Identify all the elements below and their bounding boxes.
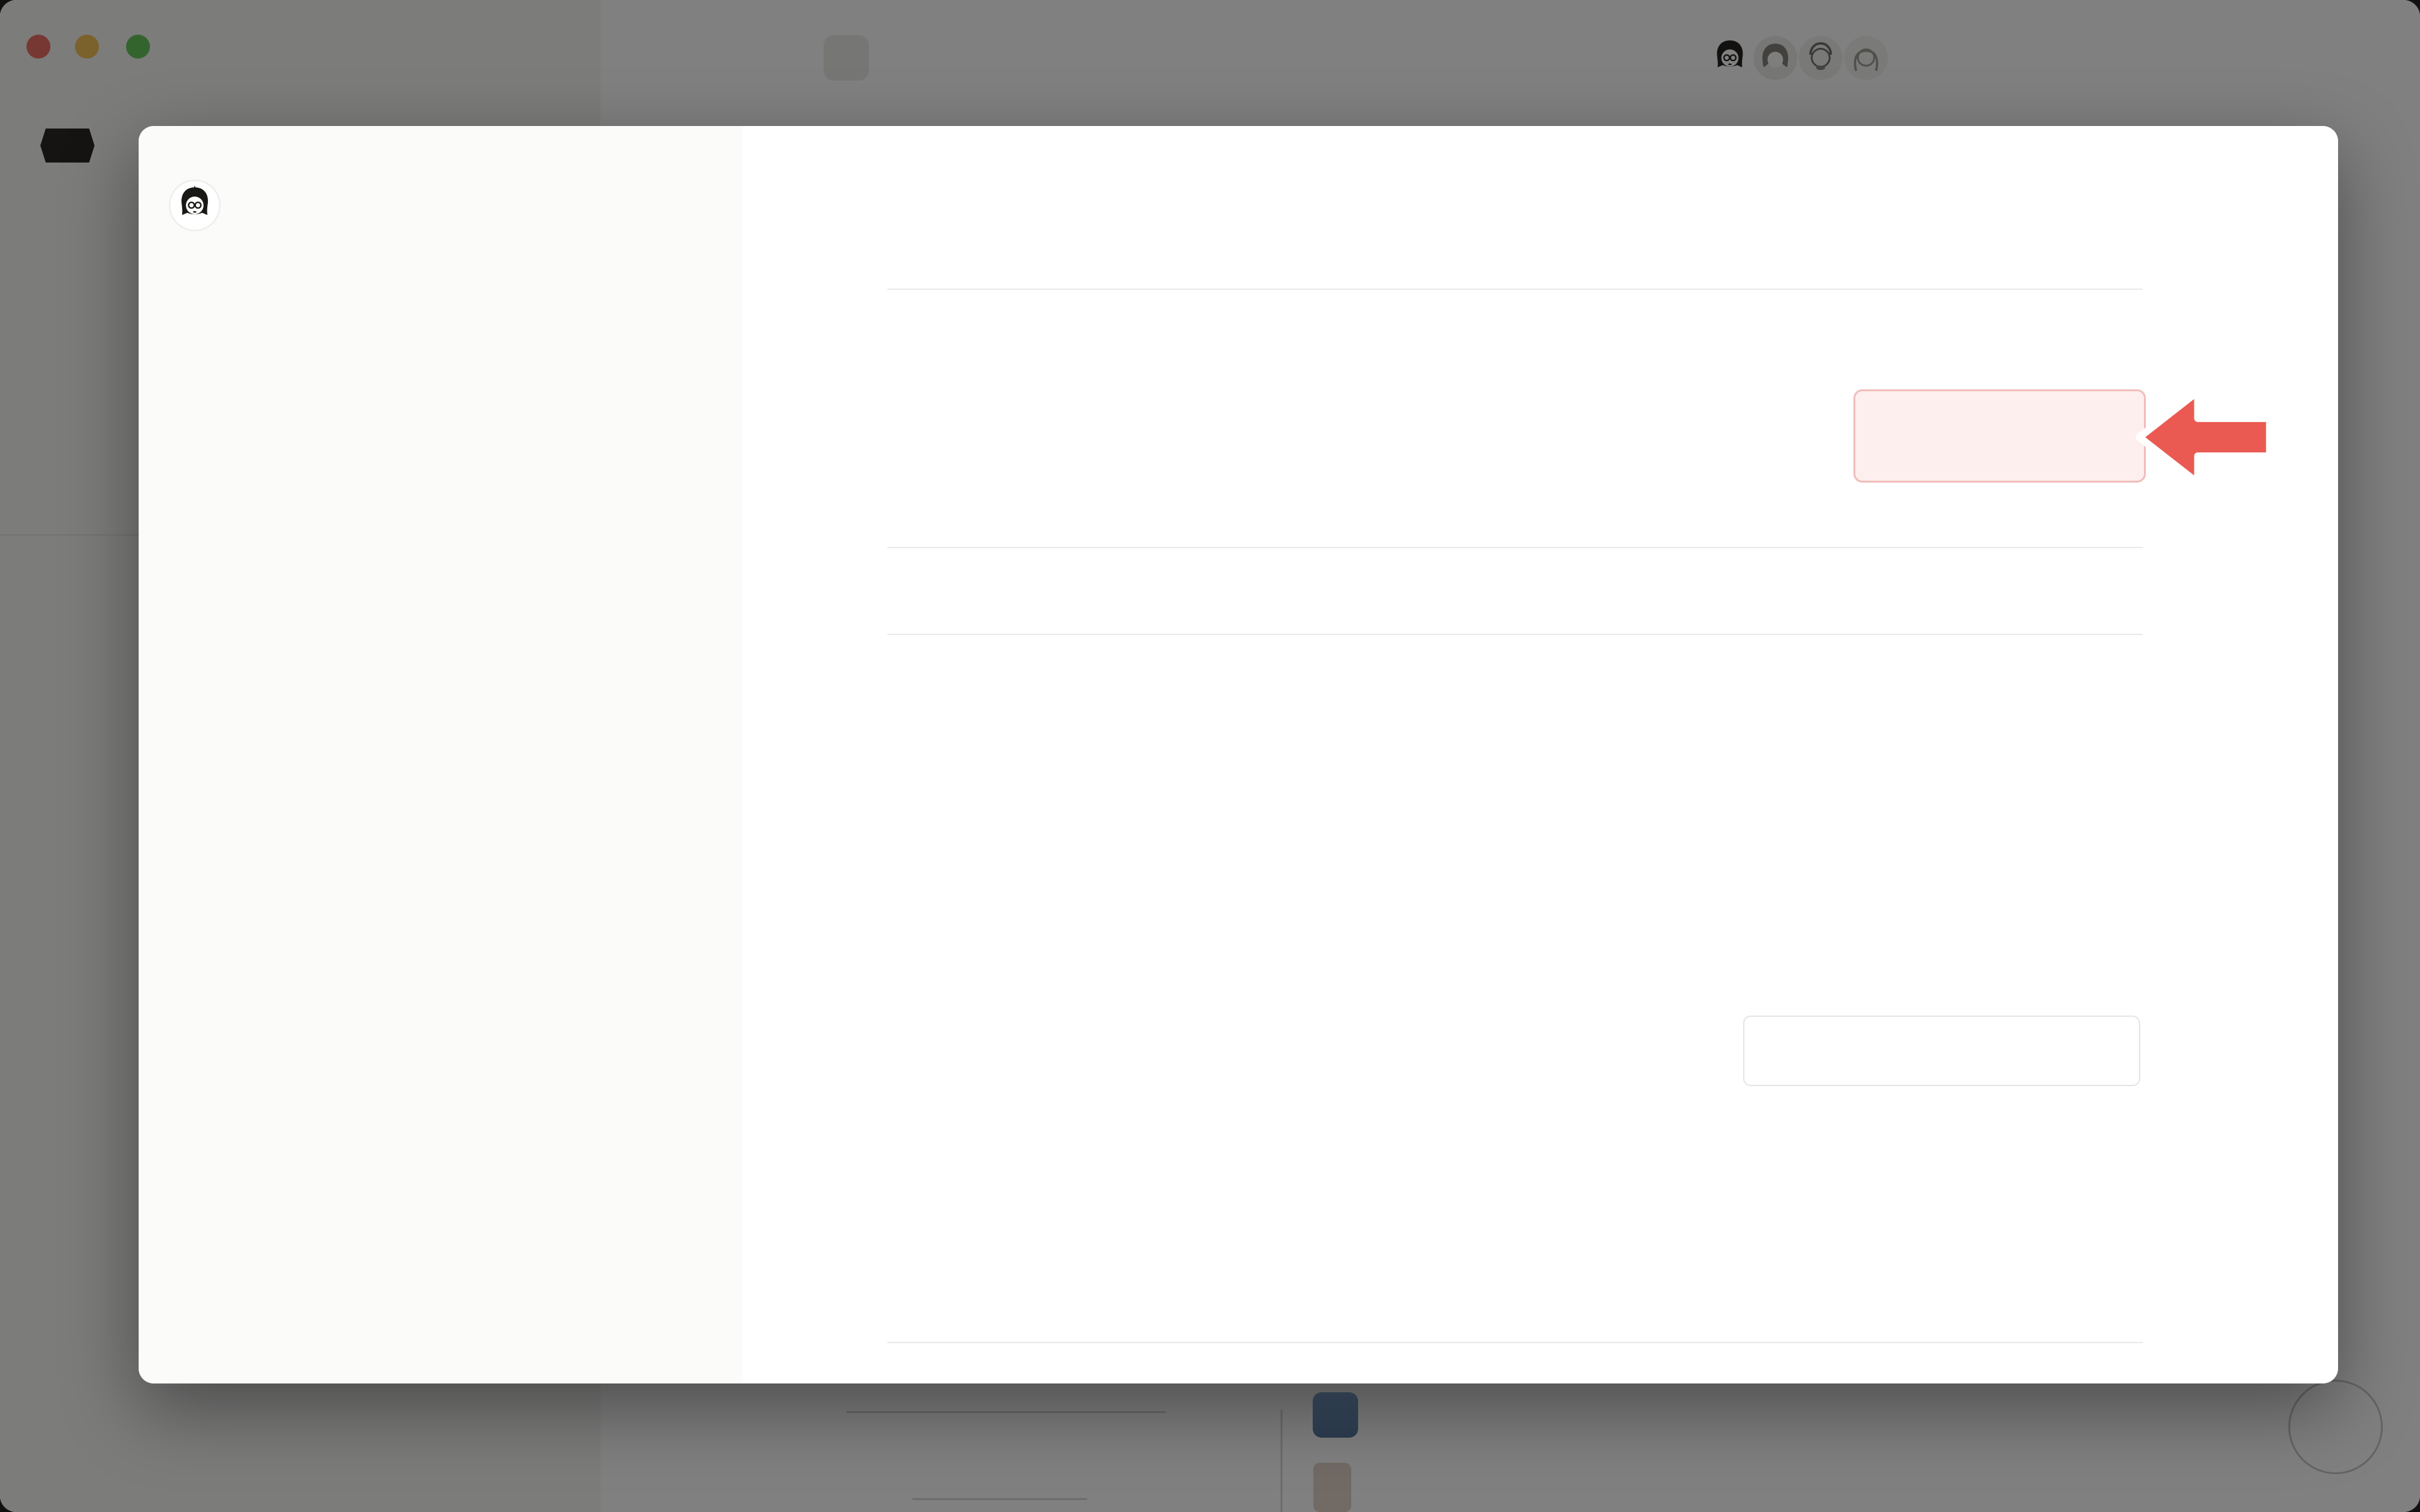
divider <box>887 289 2143 290</box>
no-workspaces-button[interactable] <box>1743 1016 2140 1086</box>
tutorial-arrow <box>2132 379 2278 496</box>
notion-window <box>0 0 2420 1512</box>
table-top-border <box>887 547 2143 548</box>
settings-modal <box>139 126 2338 1383</box>
divider <box>887 1342 2143 1343</box>
table-header-border <box>887 634 2143 635</box>
user-avatar <box>170 181 219 230</box>
add-domain-button[interactable] <box>1853 389 2146 483</box>
workspace-creation-dropdown[interactable] <box>2096 869 2128 906</box>
chevron-down-icon <box>2106 877 2128 898</box>
settings-sidebar <box>139 126 742 1383</box>
plus-icon <box>1979 421 2008 450</box>
